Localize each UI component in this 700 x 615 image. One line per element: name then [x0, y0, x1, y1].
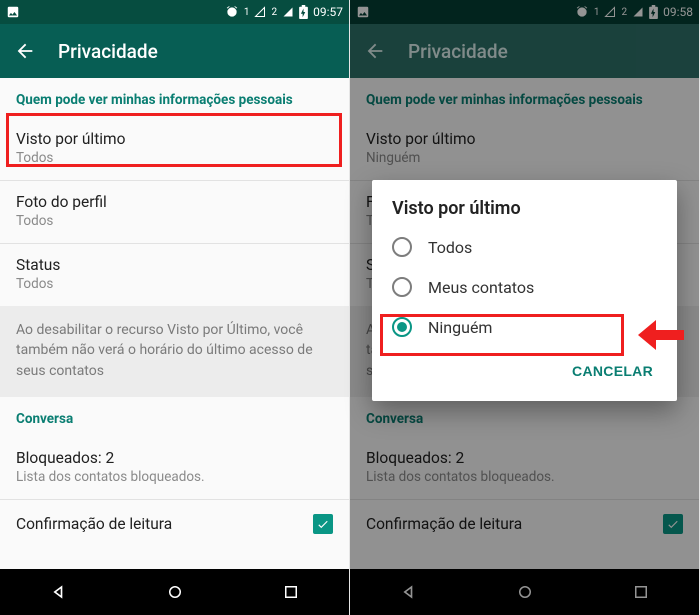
signal1-icon	[254, 6, 266, 18]
image-icon	[6, 5, 20, 19]
row-last-seen-title: Visto por último	[16, 130, 333, 148]
nav-recent-icon[interactable]	[282, 583, 300, 601]
radio-label: Ninguém	[428, 318, 492, 337]
phone-left: 1 2 09:57 Privacidade Quem pode ver minh…	[0, 0, 350, 615]
row-blocked-sub: Lista dos contatos bloqueados.	[16, 469, 333, 485]
radio-option-nobody[interactable]: Ninguém	[372, 307, 677, 347]
row-profile-photo-value: Todos	[16, 213, 333, 229]
cancel-button[interactable]: CANCELAR	[562, 355, 663, 387]
clock-text: 09:57	[313, 5, 343, 19]
row-profile-photo-title: Foto do perfil	[16, 193, 333, 211]
status-bar: 1 2 09:57	[0, 0, 349, 24]
battery-icon	[299, 5, 308, 19]
radio-option-contacts[interactable]: Meus contatos	[372, 267, 677, 307]
radio-icon-selected	[392, 317, 412, 337]
dialog-title: Visto por último	[372, 198, 677, 227]
info-note: Ao desabilitar o recurso Visto por Últim…	[0, 306, 349, 397]
checkbox-on-icon[interactable]	[313, 514, 333, 534]
sim1-label: 1	[244, 7, 250, 18]
row-profile-photo[interactable]: Foto do perfil Todos	[0, 181, 349, 243]
section-personal-info: Quem pode ver minhas informações pessoai…	[0, 78, 349, 118]
row-blocked[interactable]: Bloqueados: 2 Lista dos contatos bloquea…	[0, 437, 349, 499]
app-bar: Privacidade	[0, 24, 349, 78]
row-status[interactable]: Status Todos	[0, 244, 349, 306]
row-last-seen-value: Todos	[16, 150, 333, 166]
nav-home-icon[interactable]	[166, 583, 184, 601]
row-status-value: Todos	[16, 276, 333, 292]
nav-back-icon[interactable]	[49, 582, 69, 602]
row-blocked-title: Bloqueados: 2	[16, 449, 333, 467]
sim2-label: 2	[271, 7, 277, 18]
android-nav-bar	[0, 569, 349, 615]
row-last-seen[interactable]: Visto por último Todos	[0, 118, 349, 180]
signal2-icon	[282, 6, 294, 18]
alarm-icon	[225, 5, 239, 19]
row-status-title: Status	[16, 256, 333, 274]
row-read-receipts[interactable]: Confirmação de leitura	[0, 500, 349, 548]
back-arrow-icon[interactable]	[14, 40, 36, 62]
radio-option-everyone[interactable]: Todos	[372, 227, 677, 267]
radio-label: Meus contatos	[428, 278, 534, 297]
settings-content: Quem pode ver minhas informações pessoai…	[0, 78, 349, 569]
section-conversation: Conversa	[0, 397, 349, 437]
radio-icon	[392, 237, 412, 257]
radio-label: Todos	[428, 238, 472, 257]
phone-right: 1 2 09:58 Privacidade Quem pode ver minh…	[350, 0, 700, 615]
page-title: Privacidade	[58, 40, 158, 63]
row-read-receipts-title: Confirmação de leitura	[16, 515, 172, 533]
dialog-last-seen: Visto por último Todos Meus contatos Nin…	[372, 180, 677, 401]
radio-icon	[392, 277, 412, 297]
